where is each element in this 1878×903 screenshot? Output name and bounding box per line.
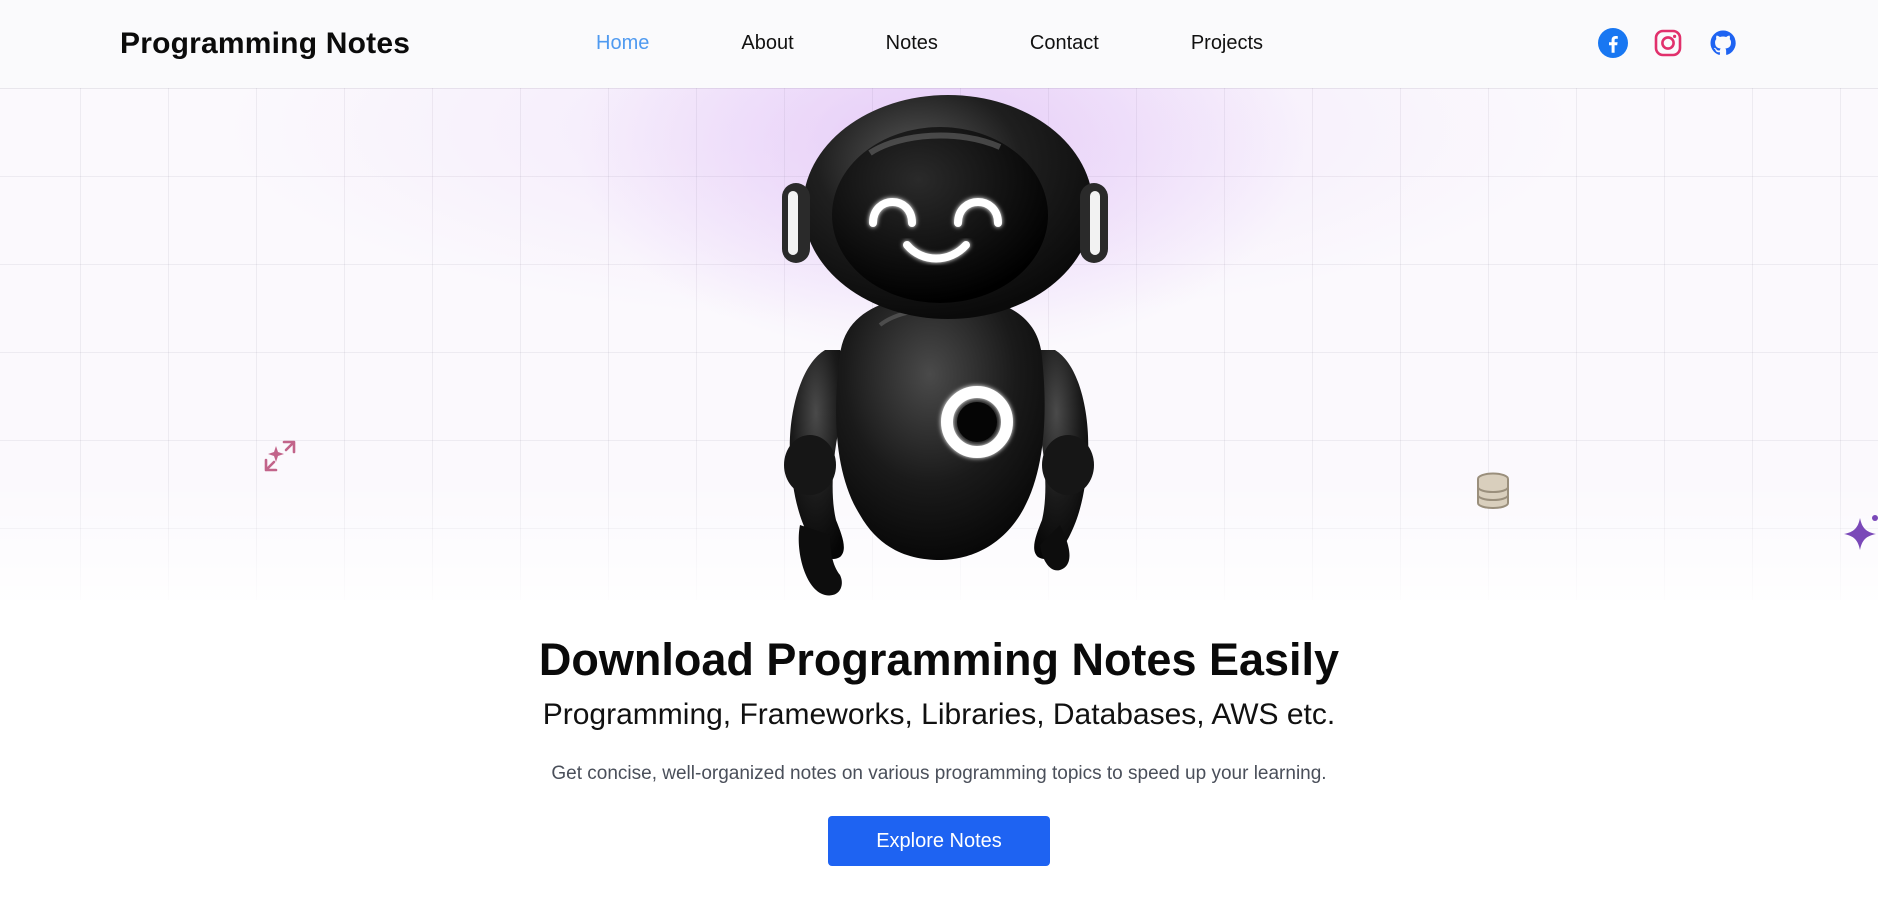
- github-icon[interactable]: [1708, 28, 1738, 58]
- nav-contact[interactable]: Contact: [1030, 32, 1099, 55]
- page-subtitle: Programming, Frameworks, Libraries, Data…: [542, 698, 1336, 731]
- page-title: Download Programming Notes Easily: [538, 634, 1340, 685]
- brand-logo[interactable]: Programming Notes: [120, 27, 410, 61]
- main-nav: Home About Notes Contact Projects: [596, 32, 1355, 55]
- nav-home[interactable]: Home: [596, 32, 649, 55]
- robot-mascot: [770, 95, 1110, 600]
- social-links: [1598, 28, 1738, 58]
- nav-notes[interactable]: Notes: [886, 32, 938, 55]
- facebook-icon[interactable]: [1598, 28, 1628, 58]
- instagram-icon[interactable]: [1653, 28, 1683, 58]
- sparkle-arrows-icon: [262, 438, 298, 479]
- database-icon: [1475, 472, 1511, 515]
- sparkle-icon: [1842, 512, 1878, 561]
- nav-projects[interactable]: Projects: [1191, 32, 1263, 55]
- page-description: Get concise, well-organized notes on var…: [551, 763, 1327, 784]
- hero-content: Download Programming Notes Easily Progra…: [0, 630, 1878, 866]
- nav-about[interactable]: About: [741, 32, 793, 55]
- explore-notes-button[interactable]: Explore Notes: [828, 816, 1050, 866]
- site-header: Programming Notes Home About Notes Conta…: [0, 0, 1878, 88]
